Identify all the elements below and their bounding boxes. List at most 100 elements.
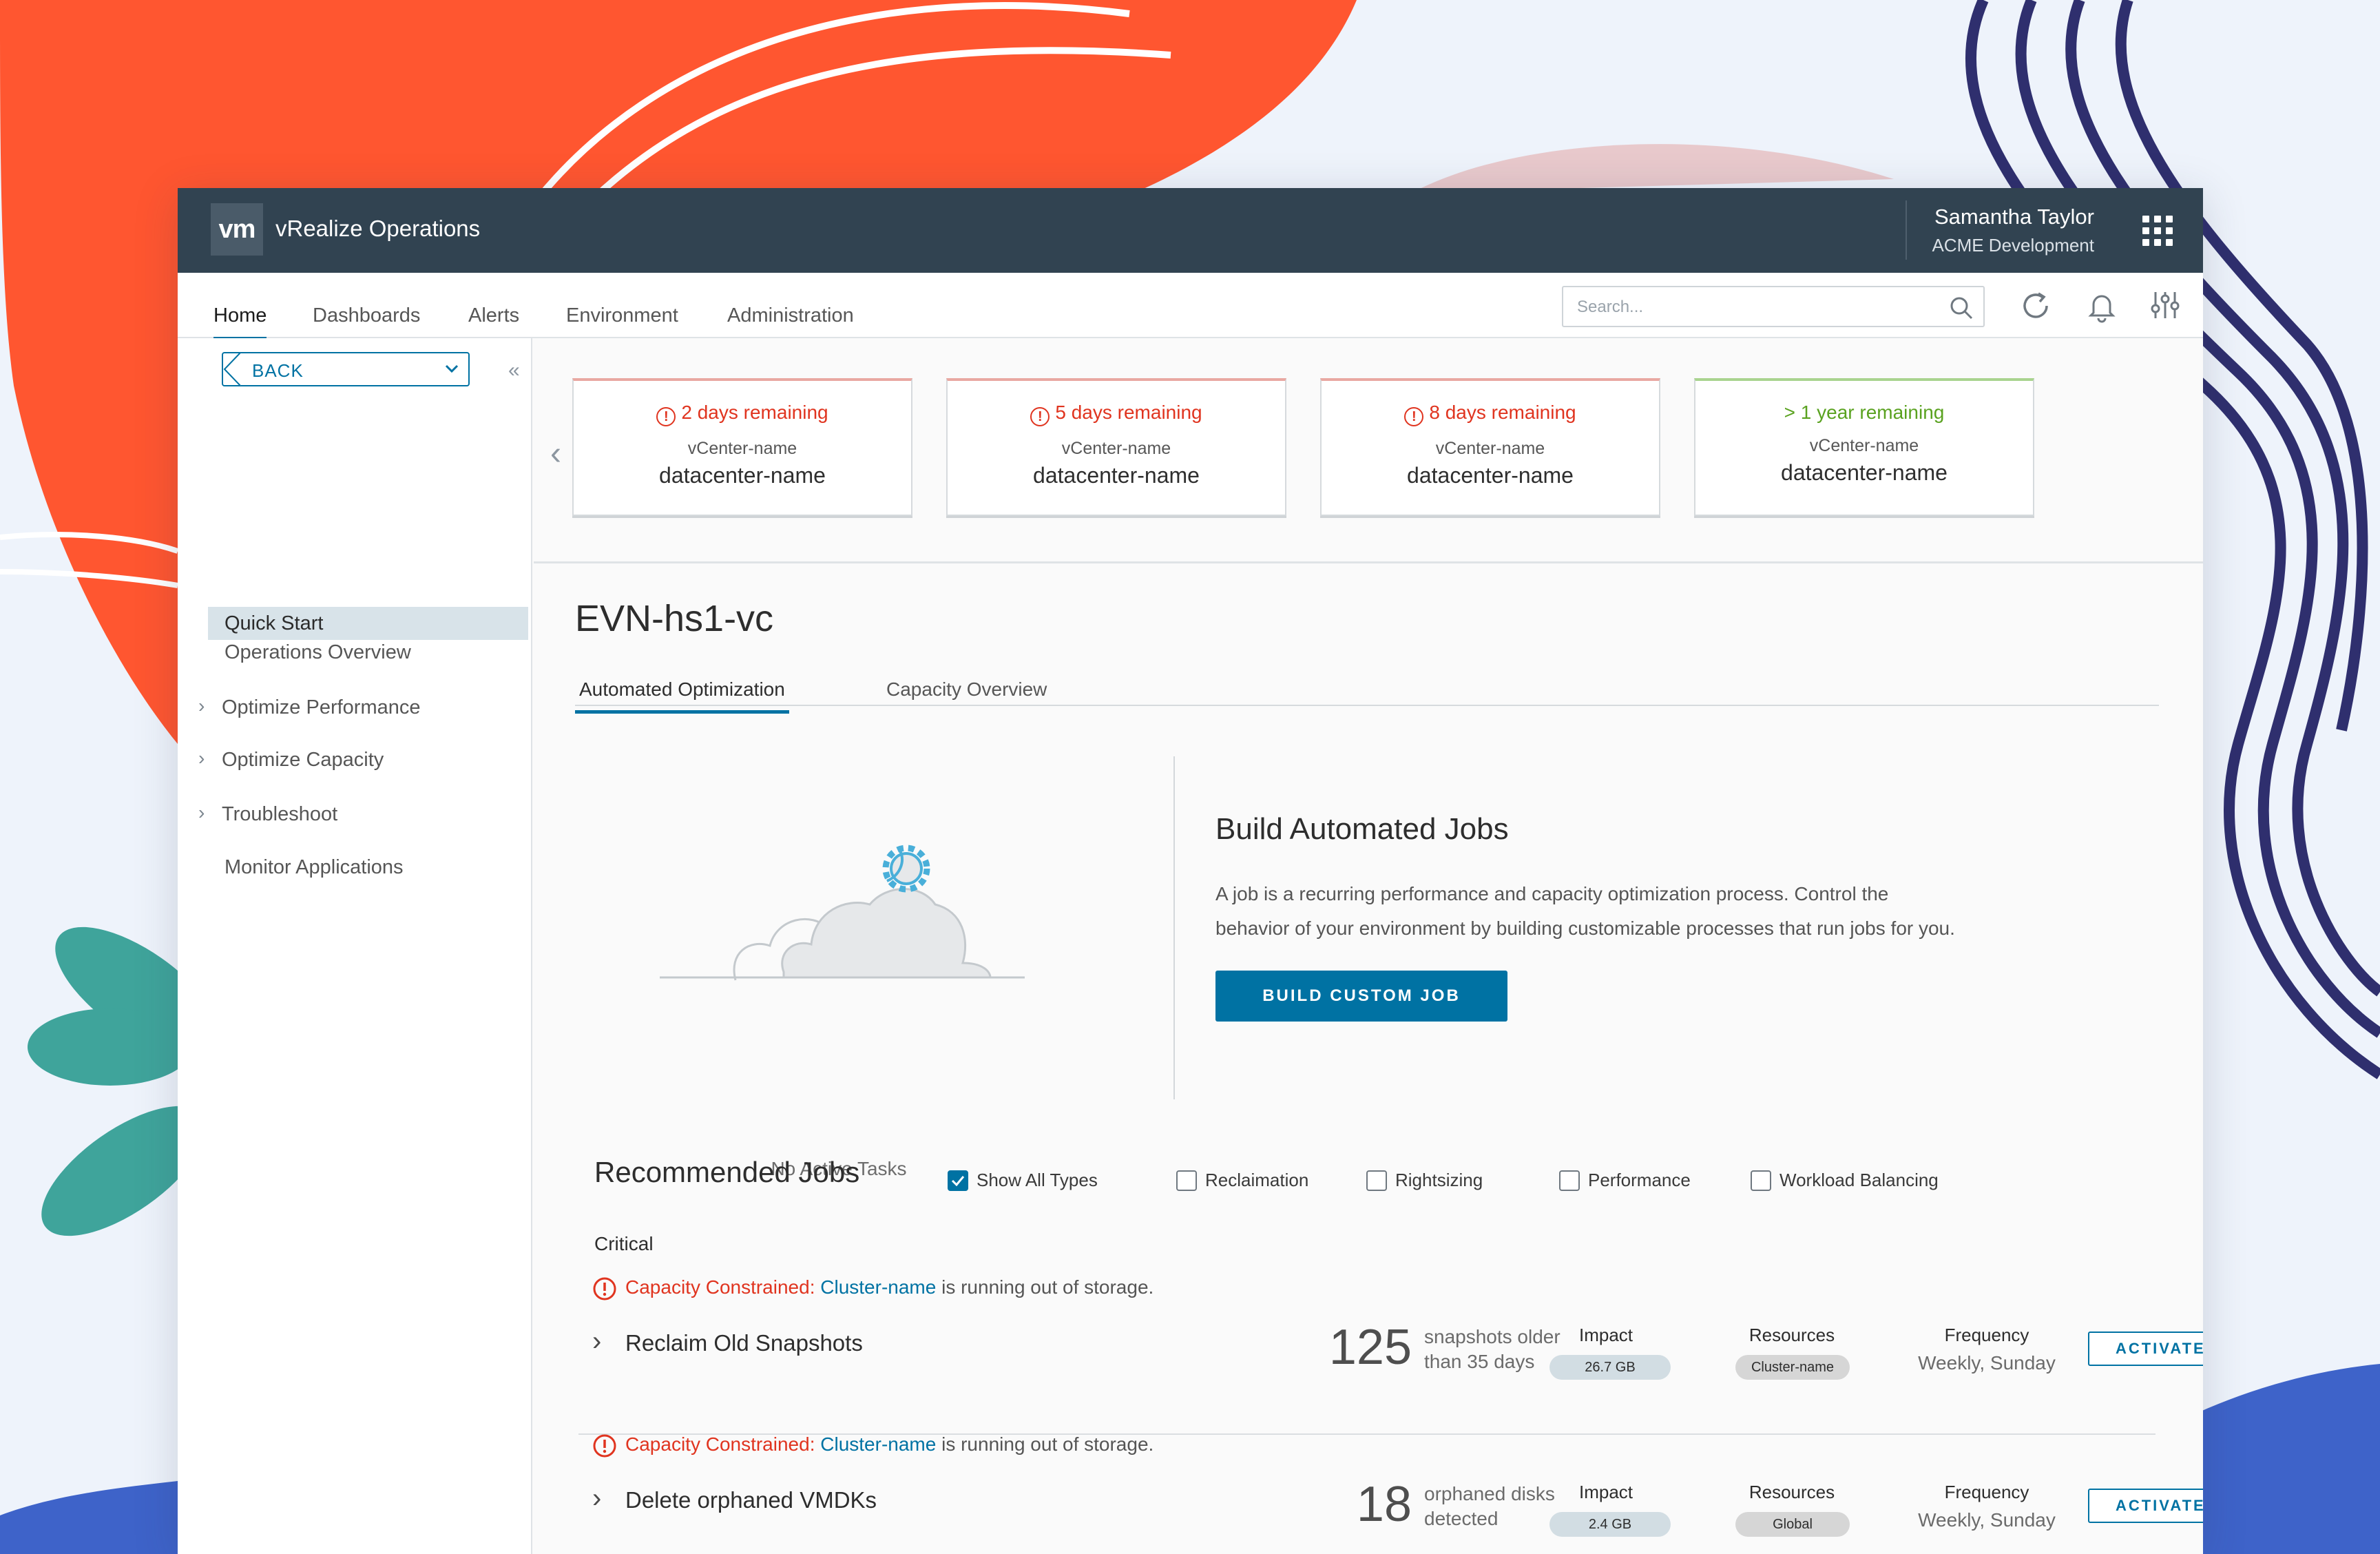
filter-workload-balancing[interactable]: Workload Balancing (1751, 1170, 1939, 1191)
filter-reclaimation[interactable]: Reclaimation (1176, 1170, 1308, 1191)
build-jobs-heading: Build Automated Jobs (1215, 812, 1509, 846)
impact-label: Impact (1578, 1325, 1633, 1345)
job-name: Reclaim Old Snapshots (625, 1330, 863, 1356)
tab-automated-optimization[interactable]: Automated Optimization (575, 678, 789, 714)
filter-rightsizing[interactable]: Rightsizing (1366, 1170, 1483, 1191)
card-status: ! 2 days remaining (574, 402, 911, 426)
job-alert-message: Capacity Constrained: Cluster-name is ru… (625, 1276, 1154, 1298)
sidebar: BACK « Quick Start Operations Overview ›… (178, 338, 532, 1554)
card-datacenter: datacenter-name (659, 463, 826, 488)
card-vcenter: vCenter-name (1809, 436, 1919, 455)
back-label: BACK (252, 360, 304, 381)
collapse-sidebar-icon[interactable]: « (508, 359, 520, 382)
card-status: > 1 year remaining (1784, 402, 1945, 423)
checkbox-icon (1751, 1170, 1771, 1191)
alert-circle-icon (593, 1434, 616, 1458)
alert-circle-icon: ! (656, 407, 676, 426)
cluster-link[interactable]: Cluster-name (820, 1433, 936, 1455)
capacity-card[interactable]: ! 8 days remaining vCenter-name datacente… (1320, 378, 1660, 516)
vertical-divider (1173, 756, 1175, 1099)
main-navigation: Home Dashboards Alerts Environment Admin… (178, 273, 2203, 340)
checkbox-checked-icon (948, 1170, 968, 1191)
sidebar-item-optimize-performance[interactable]: Optimize Performance (222, 696, 421, 719)
settings-sliders-icon[interactable] (2146, 287, 2184, 325)
expand-chevron-icon[interactable]: › (592, 1326, 601, 1357)
group-label-critical: Critical (594, 1233, 654, 1254)
filter-performance[interactable]: Performance (1559, 1170, 1691, 1191)
chevron-left-icon (223, 352, 242, 386)
tab-capacity-overview[interactable]: Capacity Overview (882, 678, 1051, 710)
nav-tab-dashboards[interactable]: Dashboards (313, 304, 420, 337)
alert-circle-icon: ! (1404, 407, 1424, 426)
expand-chevron-icon[interactable]: › (592, 1483, 601, 1514)
checkbox-icon (1366, 1170, 1387, 1191)
top-header: vm vRealize Operations Samantha Taylor A… (178, 188, 2203, 273)
app-title: vRealize Operations (275, 216, 481, 241)
resources-badge: Cluster-name (1735, 1355, 1850, 1380)
frequency-label: Frequency (1944, 1325, 2029, 1345)
user-name: Samantha Taylor (1934, 205, 2094, 229)
sidebar-item-monitor-applications[interactable]: Monitor Applications (225, 856, 404, 879)
resources-label: Resources (1749, 1482, 1835, 1502)
section-divider (534, 561, 2203, 563)
chevron-down-icon (445, 364, 459, 373)
filter-show-all-types[interactable]: Show All Types (948, 1170, 1098, 1191)
job-alert-message: Capacity Constrained: Cluster-name is ru… (625, 1433, 1154, 1455)
cluster-link[interactable]: Cluster-name (820, 1276, 936, 1298)
checkbox-icon (1176, 1170, 1197, 1191)
card-datacenter: datacenter-name (1033, 463, 1200, 488)
job-count: 125 (1328, 1320, 1412, 1375)
card-vcenter: vCenter-name (1435, 439, 1545, 458)
nav-tab-administration[interactable]: Administration (727, 304, 854, 337)
back-button[interactable]: BACK (222, 352, 470, 386)
search-field[interactable] (1562, 286, 1985, 327)
search-input[interactable] (1577, 296, 1935, 319)
impact-badge: 26.7 GB (1549, 1355, 1671, 1380)
job-row: Capacity Constrained: Cluster-name is ru… (578, 1433, 2203, 1554)
alert-circle-icon: ! (1030, 407, 1050, 426)
job-count-description: orphaned disks detected (1424, 1483, 1555, 1529)
build-jobs-description: A job is a recurring performance and cap… (1215, 883, 1955, 939)
job-count-description: snapshots older than 35 days (1424, 1326, 1560, 1372)
capacity-card[interactable]: > 1 year remaining vCenter-name datacent… (1694, 378, 2034, 516)
activate-job-button[interactable]: ACTIVATE JOB (2088, 1489, 2203, 1523)
content-tabs: Automated Optimization Capacity Overview (575, 678, 2159, 714)
build-custom-job-button[interactable]: BUILD CUSTOM JOB (1215, 971, 1507, 1022)
card-datacenter: datacenter-name (1781, 460, 1948, 485)
job-name: Delete orphaned VMDKs (625, 1487, 877, 1513)
checkbox-icon (1559, 1170, 1580, 1191)
alert-circle-icon (593, 1277, 616, 1301)
sidebar-item-operations-overview[interactable]: Operations Overview (225, 641, 411, 664)
impact-label: Impact (1578, 1482, 1633, 1502)
chevron-right-icon: › (198, 802, 205, 823)
app-window: vm vRealize Operations Samantha Taylor A… (178, 188, 2203, 1554)
user-menu[interactable]: Samantha Taylor ACME Development (1906, 200, 2094, 260)
capacity-card[interactable]: ! 2 days remaining vCenter-name datacente… (572, 378, 912, 516)
sidebar-item-troubleshoot[interactable]: Troubleshoot (222, 803, 337, 826)
card-status: ! 5 days remaining (948, 402, 1285, 426)
search-icon[interactable] (1949, 296, 1974, 320)
empty-state: No Active Tasks (660, 808, 1114, 1194)
page-title: EVN-hs1-vc (575, 598, 774, 639)
card-datacenter: datacenter-name (1407, 463, 1574, 488)
nav-tab-environment[interactable]: Environment (566, 304, 678, 337)
app-launcher-grid-icon[interactable] (2142, 216, 2173, 246)
bell-icon[interactable] (2082, 287, 2121, 325)
frequency-label: Frequency (1944, 1482, 2029, 1502)
refresh-icon[interactable] (2016, 287, 2055, 325)
resources-badge: Global (1735, 1512, 1850, 1537)
card-vcenter: vCenter-name (687, 439, 797, 458)
chevron-right-icon: › (198, 695, 205, 716)
nav-tab-alerts[interactable]: Alerts (468, 304, 519, 337)
capacity-card[interactable]: ! 5 days remaining vCenter-name datacente… (946, 378, 1286, 516)
frequency-value: Weekly, Sunday (1918, 1352, 2056, 1374)
cloud-gear-icon (660, 845, 1025, 981)
activate-job-button[interactable]: ACTIVATE JOB (2088, 1332, 2203, 1366)
sidebar-item-quick-start[interactable]: Quick Start (208, 607, 528, 640)
carousel-prev-icon[interactable]: ‹ (550, 435, 561, 473)
card-status: ! 8 days remaining (1322, 402, 1659, 426)
impact-badge: 2.4 GB (1549, 1512, 1671, 1537)
chevron-right-icon: › (198, 747, 205, 769)
sidebar-item-optimize-capacity[interactable]: Optimize Capacity (222, 749, 384, 771)
nav-tab-home[interactable]: Home (213, 304, 267, 340)
